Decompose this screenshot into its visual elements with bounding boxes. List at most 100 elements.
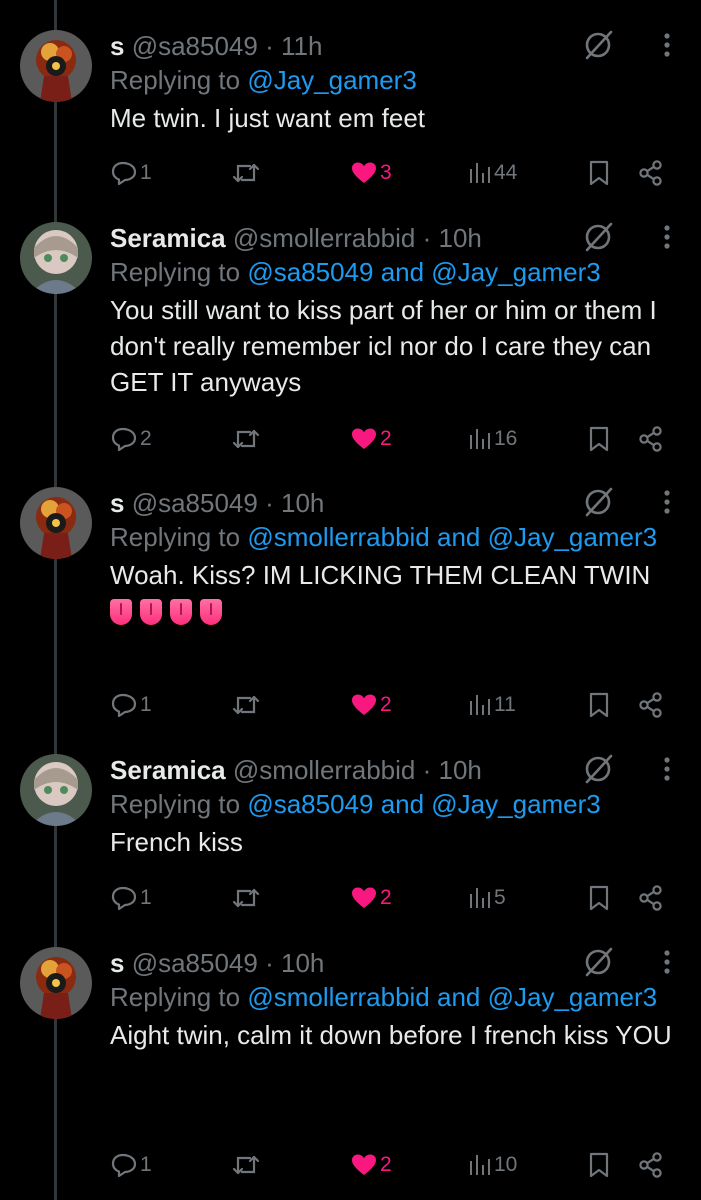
display-name[interactable]: Seramica [110, 755, 226, 785]
avatar[interactable] [20, 487, 92, 559]
bookmark-button[interactable] [588, 158, 610, 188]
repost-icon [230, 692, 262, 718]
reply-button[interactable]: 1 [110, 690, 152, 720]
timestamp[interactable]: 10h [439, 755, 482, 785]
tweet-action-bar: 2 2 16 [110, 424, 683, 454]
share-icon [638, 692, 664, 718]
like-count: 2 [380, 886, 392, 909]
tweet-top-actions [581, 945, 671, 985]
repost-icon [230, 1152, 262, 1178]
reply-button[interactable]: 1 [110, 1150, 152, 1180]
more-options-icon[interactable] [663, 756, 671, 787]
views-button[interactable]: 10 [468, 1150, 517, 1180]
timestamp[interactable]: 10h [281, 948, 324, 978]
like-button[interactable]: 2 [350, 883, 392, 913]
bookmark-button[interactable] [588, 883, 610, 913]
repost-button[interactable] [230, 158, 264, 188]
tongue-emoji [170, 599, 192, 625]
like-button[interactable]: 3 [350, 158, 392, 188]
repost-button[interactable] [230, 690, 264, 720]
grok-icon[interactable] [581, 220, 615, 259]
handle[interactable]: @sa85049 [132, 948, 258, 978]
reply-button[interactable]: 1 [110, 158, 152, 188]
separator-dot: · [422, 223, 432, 253]
grok-icon[interactable] [581, 485, 615, 524]
share-button[interactable] [638, 883, 664, 913]
handle[interactable]: @sa85049 [132, 488, 258, 518]
tweet-text: Woah. Kiss? IM LICKING THEM CLEAN TWIN [110, 560, 651, 590]
like-count: 2 [380, 427, 392, 450]
repost-button[interactable] [230, 1150, 264, 1180]
timestamp[interactable]: 10h [439, 223, 482, 253]
handle[interactable]: @sa85049 [132, 31, 258, 61]
share-button[interactable] [638, 158, 664, 188]
replying-to-link[interactable]: @Jay_gamer3 [247, 65, 416, 95]
repost-icon [230, 885, 262, 911]
more-options-icon[interactable] [663, 32, 671, 63]
heart-icon [350, 886, 378, 910]
views-icon [468, 693, 492, 717]
like-count: 2 [380, 1153, 392, 1176]
handle[interactable]: @smollerrabbid [233, 755, 415, 785]
replying-to-link[interactable]: @sa85049 and @Jay_gamer3 [247, 257, 600, 287]
tweet-action-bar: 1 2 11 [110, 690, 683, 720]
reply-icon [110, 160, 138, 186]
tweet-action-bar: 1 3 44 [110, 158, 683, 188]
emoji-row [110, 599, 681, 625]
avatar[interactable] [20, 754, 92, 826]
display-name[interactable]: s [110, 488, 124, 518]
display-name[interactable]: Seramica [110, 223, 226, 253]
display-name[interactable]: s [110, 31, 124, 61]
timestamp[interactable]: 11h [281, 31, 322, 61]
reply-button[interactable]: 1 [110, 883, 152, 913]
share-icon [638, 1152, 664, 1178]
share-icon [638, 885, 664, 911]
separator-dot: · [265, 31, 274, 61]
reply-count: 2 [140, 427, 152, 450]
views-button[interactable]: 11 [468, 690, 516, 720]
reply-count: 1 [140, 693, 152, 716]
handle[interactable]: @smollerrabbid [233, 223, 415, 253]
avatar[interactable] [20, 222, 92, 294]
repost-button[interactable] [230, 883, 264, 913]
more-options-icon[interactable] [663, 224, 671, 255]
replying-to-link[interactable]: @smollerrabbid and @Jay_gamer3 [247, 982, 657, 1012]
views-button[interactable]: 44 [468, 158, 517, 188]
separator-dot: · [265, 948, 274, 978]
grok-icon[interactable] [581, 945, 615, 984]
tongue-emoji [110, 599, 132, 625]
replying-to-link[interactable]: @sa85049 and @Jay_gamer3 [247, 789, 600, 819]
separator-dot: · [265, 488, 274, 518]
share-button[interactable] [638, 690, 664, 720]
tweet-text: French kiss [110, 827, 243, 857]
tongue-emoji [200, 599, 222, 625]
views-button[interactable]: 16 [468, 424, 517, 454]
views-button[interactable]: 5 [468, 883, 506, 913]
replying-to-link[interactable]: @smollerrabbid and @Jay_gamer3 [247, 522, 657, 552]
like-button[interactable]: 2 [350, 690, 392, 720]
more-options-icon[interactable] [663, 949, 671, 980]
grok-icon[interactable] [581, 752, 615, 791]
timestamp[interactable]: 10h [281, 488, 324, 518]
display-name[interactable]: s [110, 948, 124, 978]
view-count: 11 [494, 693, 516, 716]
avatar[interactable] [20, 947, 92, 1019]
bookmark-button[interactable] [588, 1150, 610, 1180]
share-button[interactable] [638, 424, 664, 454]
bookmark-button[interactable] [588, 424, 610, 454]
views-icon [468, 161, 492, 185]
avatar[interactable] [20, 30, 92, 102]
repost-button[interactable] [230, 424, 264, 454]
heart-icon [350, 427, 378, 451]
bookmark-button[interactable] [588, 690, 610, 720]
share-button[interactable] [638, 1150, 664, 1180]
grok-icon[interactable] [581, 28, 615, 67]
like-button[interactable]: 2 [350, 1150, 392, 1180]
like-button[interactable]: 2 [350, 424, 392, 454]
reply-button[interactable]: 2 [110, 424, 152, 454]
more-options-icon[interactable] [663, 489, 671, 520]
tweet-top-actions [581, 485, 671, 525]
share-icon [638, 160, 664, 186]
tweet-top-actions [581, 752, 671, 792]
views-icon [468, 886, 492, 910]
